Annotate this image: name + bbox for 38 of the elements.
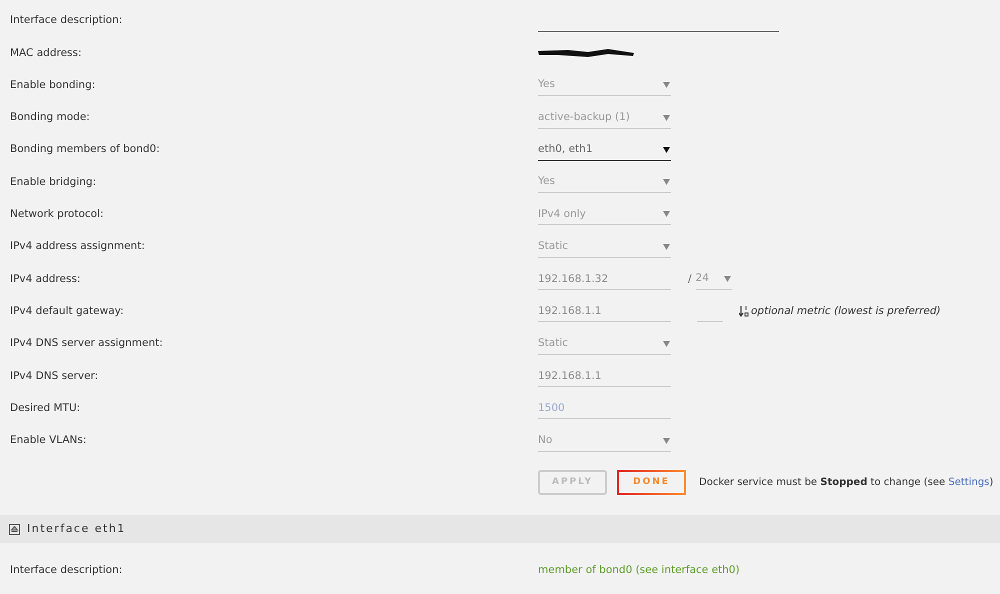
eject-icon (9, 524, 20, 535)
info-text: member of bond0 (see interface eth0) (538, 563, 740, 578)
caret-icon (663, 211, 670, 218)
field-label: IPv4 address assignment: (9, 239, 146, 254)
caret-icon (663, 438, 670, 444)
note-text: Docker service must be Stopped to change (see Settings) (699, 476, 994, 490)
field-label: Enable VLANs: (9, 433, 88, 448)
settings-link[interactable]: Settings (948, 477, 990, 488)
field-label: IPv4 default gateway: (9, 304, 125, 319)
field-label: IPv4 DNS server assignment: (9, 336, 164, 352)
hint-text: optional metric (lowest is preferred) (751, 304, 941, 319)
field-label: Enable bonding: (9, 78, 96, 93)
caret-icon (663, 146, 670, 153)
input-field[interactable]: 192.168.1.32 (538, 269, 671, 290)
field-label: Interface description: (9, 563, 124, 578)
input-field[interactable]: 192.168.1.1 (538, 366, 671, 387)
field-label: Enable bridging: (9, 174, 98, 190)
field-label: Bonding mode: (9, 110, 91, 126)
caret-icon (663, 82, 670, 88)
section-title: Interface eth1 (27, 520, 126, 537)
field-label: Network protocol: (9, 207, 105, 222)
caret-icon (663, 114, 670, 121)
field-label: Bonding members of bond0: (9, 142, 161, 158)
field-label: MAC address: (9, 46, 83, 61)
field-label: Interface description: (9, 13, 124, 28)
caret-icon (663, 340, 670, 347)
caret-icon (724, 276, 731, 282)
dropdown[interactable]: 24 (696, 269, 732, 290)
dropdown[interactable]: eth0, eth1 (538, 140, 671, 161)
field-label: IPv4 address: (9, 272, 82, 287)
field-label: Desired MTU: (9, 400, 82, 416)
caret-icon (663, 179, 670, 186)
sort-icon (739, 306, 749, 318)
input-field[interactable]: 192.168.1.1 (538, 301, 671, 322)
caret-icon (663, 244, 670, 250)
separator-text: / (688, 272, 692, 287)
field-label: IPv4 DNS server: (9, 368, 100, 384)
action-button[interactable]: DONE (617, 470, 686, 496)
